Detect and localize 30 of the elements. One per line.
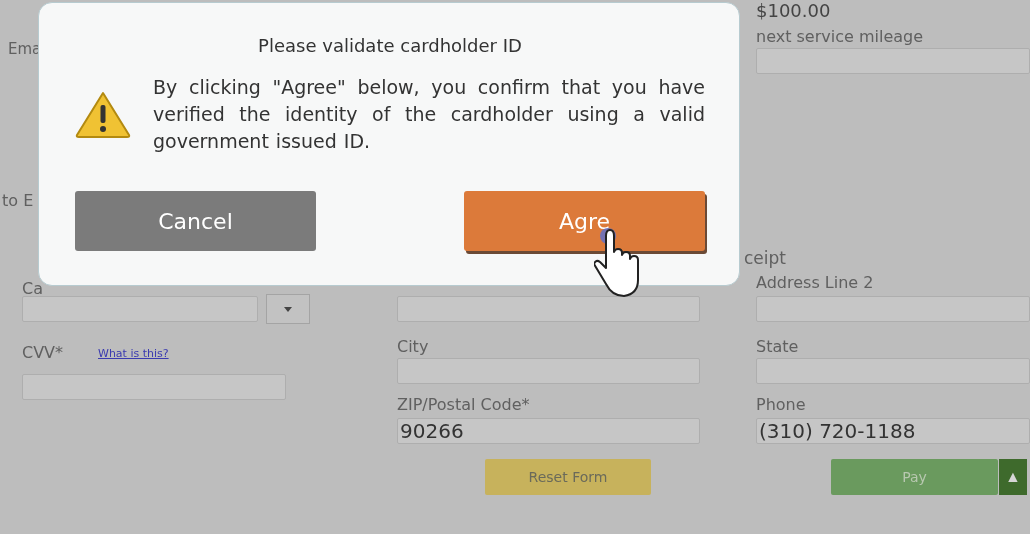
dialog-message: By clicking "Agree" below, you confirm that you have verified the identity of the cardholder using a valid government issued ID. bbox=[153, 75, 705, 154]
mileage-label: next service mileage bbox=[756, 27, 925, 46]
address-line-2-field[interactable] bbox=[756, 296, 1030, 322]
what-is-this-link[interactable]: What is this? bbox=[98, 347, 258, 360]
phone-label: Phone bbox=[756, 395, 807, 414]
city-label: City bbox=[397, 337, 430, 356]
card-type-dropdown[interactable] bbox=[266, 294, 310, 324]
cancel-button[interactable]: Cancel bbox=[75, 191, 316, 251]
warning-icon bbox=[75, 90, 131, 139]
zip-label: ZIP/Postal Code* bbox=[397, 395, 531, 414]
cvv-label: CVV* bbox=[22, 343, 65, 362]
state-field[interactable] bbox=[756, 358, 1030, 384]
scroll-top-button[interactable]: ▲ bbox=[999, 459, 1027, 495]
state-label: State bbox=[756, 337, 800, 356]
agree-button[interactable]: Agre bbox=[464, 191, 705, 251]
section-label: to E bbox=[2, 191, 35, 210]
dialog-title: Please validate cardholder ID bbox=[257, 35, 523, 56]
receipt-label: ceipt bbox=[744, 248, 787, 268]
zip-field[interactable]: 90266 bbox=[397, 418, 700, 444]
card-label: Ca bbox=[22, 279, 44, 298]
address-field[interactable] bbox=[397, 296, 700, 322]
reset-form-button[interactable]: Reset Form bbox=[485, 459, 651, 495]
card-field[interactable] bbox=[22, 296, 258, 322]
address-line-2-label: Address Line 2 bbox=[756, 273, 875, 292]
city-field[interactable] bbox=[397, 358, 700, 384]
caret-icon bbox=[284, 306, 292, 312]
amount-text: $100.00 bbox=[756, 0, 832, 21]
phone-field[interactable]: (310) 720-1188 bbox=[756, 418, 1030, 444]
cvv-field[interactable] bbox=[22, 374, 286, 400]
mileage-field[interactable] bbox=[756, 48, 1030, 74]
